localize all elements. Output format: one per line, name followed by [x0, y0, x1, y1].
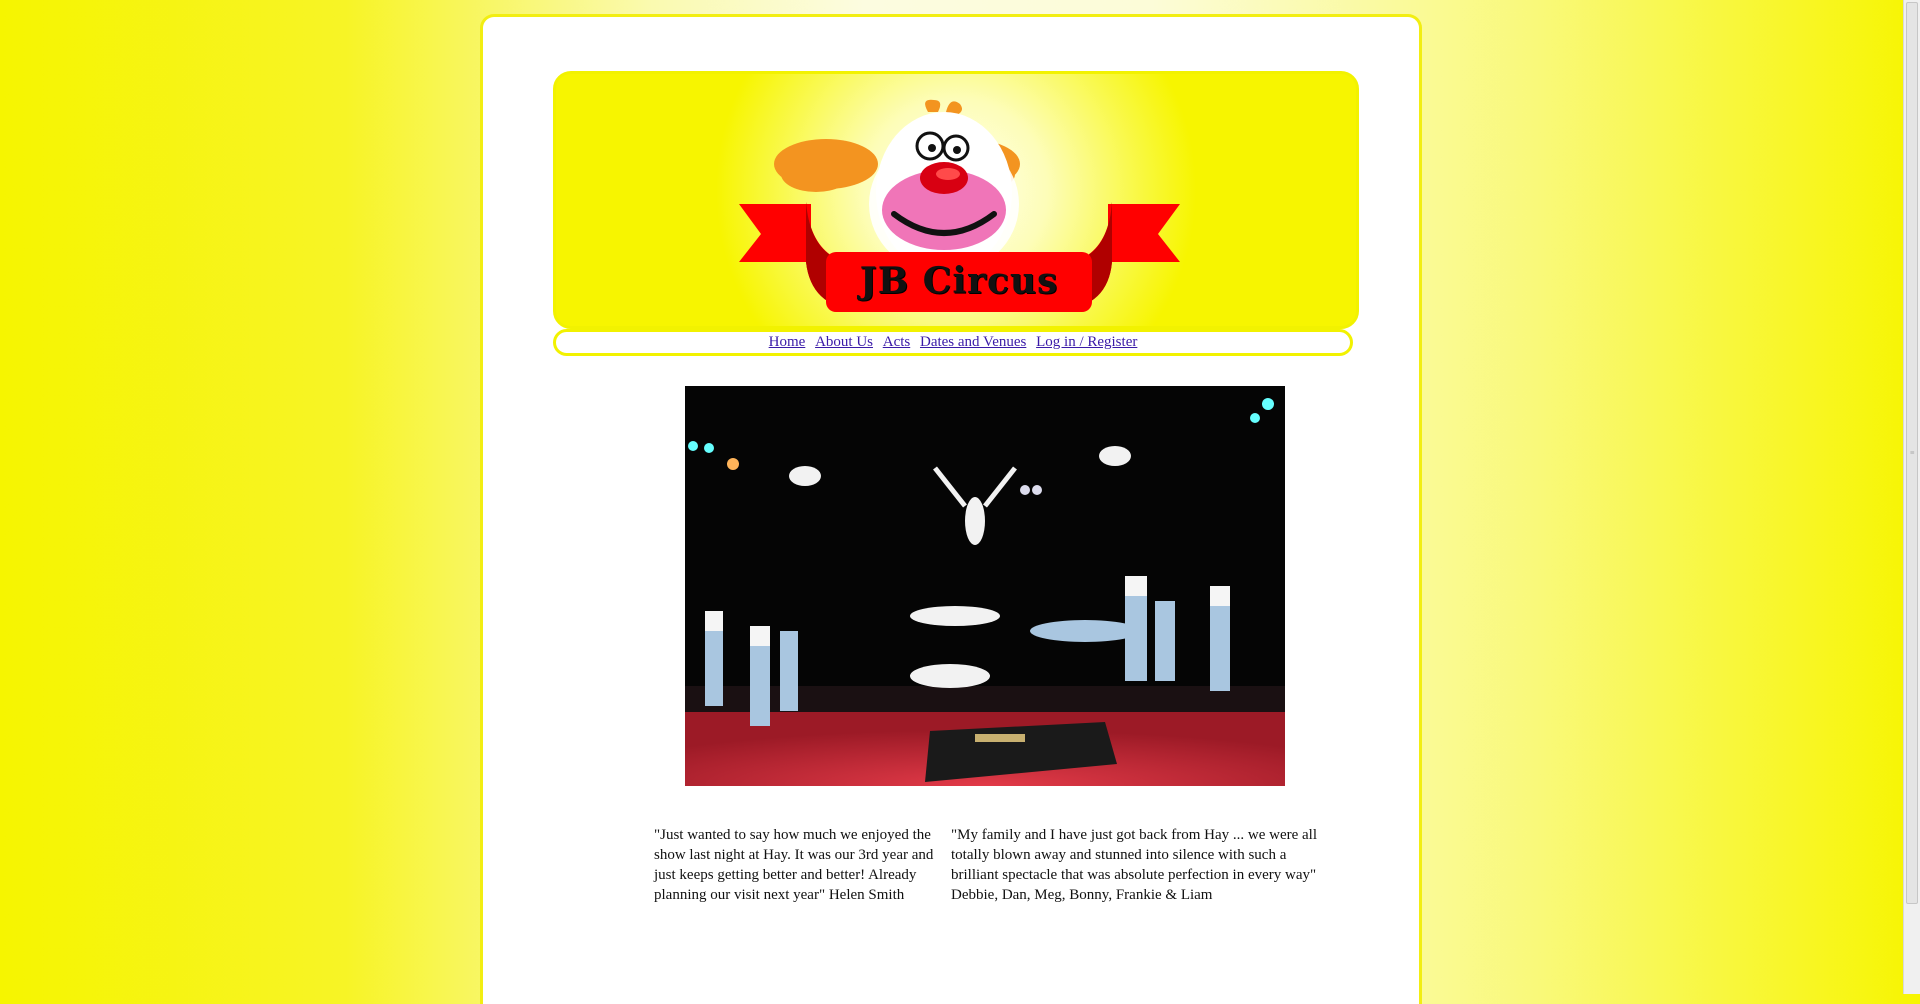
main-nav: Home About Us Acts Dates and Venues Log … [553, 329, 1353, 356]
testimonial-1: "Just wanted to say how much we enjoyed … [654, 827, 934, 903]
grip-icon: ≡ [1910, 448, 1915, 457]
nav-home-link[interactable]: Home [769, 334, 806, 350]
vertical-scrollbar[interactable]: ≡ [1903, 0, 1920, 994]
page-container: JB Circus Home About Us Acts Dates and V… [480, 14, 1422, 1004]
nav-about-us-link[interactable]: About Us [815, 334, 873, 350]
nav-acts-link[interactable]: Acts [883, 334, 911, 350]
nav-dates-venues-link[interactable]: Dates and Venues [920, 334, 1026, 350]
acrobats-photo [685, 386, 1285, 786]
header-banner: JB Circus [553, 71, 1359, 329]
nav-login-register-link[interactable]: Log in / Register [1036, 334, 1137, 350]
logo-text: JB Circus [859, 260, 1059, 302]
scrollbar-thumb[interactable]: ≡ [1906, 2, 1918, 904]
testimonial-2: "My family and I have just got back from… [951, 827, 1318, 903]
